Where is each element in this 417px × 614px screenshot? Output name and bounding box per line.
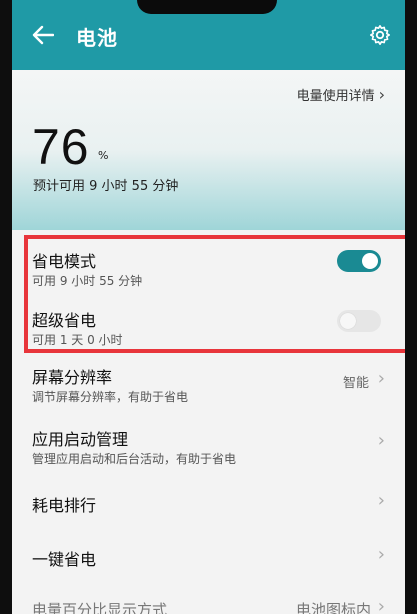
power-saving-label: 省电模式 [32, 252, 97, 271]
resolution-row[interactable]: 屏幕分辨率 调节屏幕分辨率，有助于省电 智能 › [12, 360, 405, 410]
back-arrow-icon[interactable] [32, 25, 54, 45]
chevron-right-icon: › [377, 596, 385, 614]
camera-notch [137, 0, 277, 14]
super-saving-toggle[interactable] [337, 310, 381, 332]
usage-details-link[interactable]: 电量使用详情 › [297, 85, 385, 104]
battery-settings-screen: 电池 电量使用详情 › 76 % 预计可用 9 小时 55 分钟 省电模式 可用… [12, 0, 405, 614]
app-startup-sub: 管理应用启动和后台活动，有助于省电 [32, 452, 237, 466]
percent-display-label: 电量百分比显示方式 [32, 601, 168, 614]
super-saving-label: 超级省电 [32, 311, 97, 330]
one-key-saving-row[interactable]: 一键省电 › [12, 542, 405, 572]
page-title: 电池 [76, 26, 118, 50]
power-ranking-label: 耗电排行 [32, 496, 97, 515]
remaining-time: 预计可用 9 小时 55 分钟 [33, 179, 179, 194]
app-startup-label: 应用启动管理 [32, 430, 129, 449]
percent-display-value: 电池图标内 [295, 601, 371, 614]
chevron-right-icon: › [377, 490, 385, 511]
one-key-saving-label: 一键省电 [32, 550, 97, 569]
chevron-right-icon: › [377, 368, 385, 389]
gear-icon[interactable] [369, 24, 391, 46]
power-saving-sub: 可用 9 小时 55 分钟 [32, 274, 143, 288]
percent-display-row[interactable]: 电量百分比显示方式 电池图标内 › [12, 596, 405, 614]
resolution-label: 屏幕分辨率 [32, 368, 113, 387]
chevron-right-icon: › [377, 544, 385, 565]
power-saving-row[interactable]: 省电模式 可用 9 小时 55 分钟 [12, 244, 405, 294]
app-startup-row[interactable]: 应用启动管理 管理应用启动和后台活动，有助于省电 › [12, 422, 405, 472]
chevron-right-icon: › [378, 85, 385, 104]
resolution-sub: 调节屏幕分辨率，有助于省电 [32, 390, 189, 404]
toggle-knob [362, 253, 378, 269]
super-saving-row[interactable]: 超级省电 可用 1 天 0 小时 [12, 303, 405, 353]
chevron-right-icon: › [377, 430, 385, 451]
usage-details-label: 电量使用详情 [296, 89, 375, 104]
toggle-knob [340, 313, 356, 329]
resolution-value: 智能 [342, 376, 369, 391]
percent-unit: % [98, 149, 109, 162]
power-saving-toggle[interactable] [337, 250, 381, 272]
super-saving-sub: 可用 1 天 0 小时 [32, 333, 123, 347]
power-ranking-row[interactable]: 耗电排行 › [12, 488, 405, 518]
battery-percent: 76 [32, 119, 90, 175]
